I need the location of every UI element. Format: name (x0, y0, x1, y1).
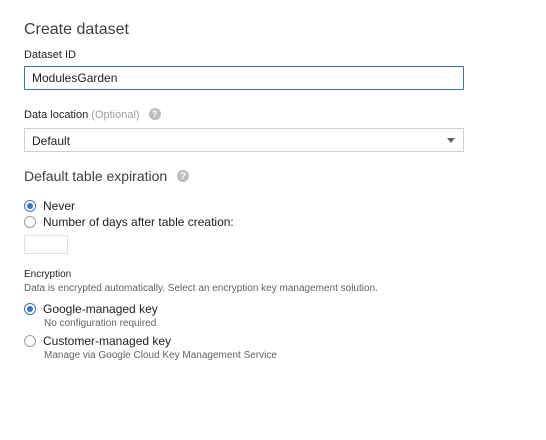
days-input[interactable] (24, 235, 68, 254)
data-location-label-text: Data location (24, 109, 89, 121)
radio-customer-managed-key-label: Customer-managed key (43, 334, 172, 348)
help-icon[interactable]: ? (177, 170, 190, 183)
optional-tag: (Optional) (91, 109, 140, 121)
radio-button-unchecked[interactable] (24, 216, 36, 228)
data-location-label: Data location (Optional) ? (24, 108, 161, 122)
radio-button-checked[interactable] (24, 303, 36, 315)
encryption-heading: Encryption (24, 269, 72, 280)
radio-number-of-days-label: Number of days after table creation: (43, 215, 234, 229)
radio-google-managed-key-label: Google-managed key (43, 302, 158, 316)
radio-number-of-days[interactable]: Number of days after table creation: (24, 214, 234, 230)
encryption-description: Data is encrypted automatically. Select … (24, 283, 378, 294)
help-icon[interactable]: ? (148, 108, 161, 121)
radio-button-checked[interactable] (24, 200, 36, 212)
dropdown-arrow-icon (447, 138, 455, 143)
dataset-id-input[interactable] (24, 66, 464, 90)
google-managed-key-subtext: No configuration required (44, 318, 157, 329)
data-location-selected-value: Default (32, 134, 71, 148)
dataset-id-label: Dataset ID (24, 49, 76, 61)
radio-never-label: Never (43, 199, 76, 213)
radio-button-unchecked[interactable] (24, 335, 36, 347)
table-expiration-heading: Default table expiration ? (24, 167, 190, 185)
radio-google-managed-key[interactable]: Google-managed key (24, 301, 158, 317)
table-expiration-heading-text: Default table expiration (24, 168, 168, 184)
page-title: Create dataset (24, 21, 129, 38)
radio-never[interactable]: Never (24, 198, 75, 214)
data-location-select[interactable]: Default (24, 128, 464, 152)
create-dataset-panel: Create dataset Dataset ID Data location … (24, 0, 524, 440)
customer-managed-key-subtext: Manage via Google Cloud Key Management S… (44, 350, 277, 361)
radio-customer-managed-key[interactable]: Customer-managed key (24, 333, 171, 349)
